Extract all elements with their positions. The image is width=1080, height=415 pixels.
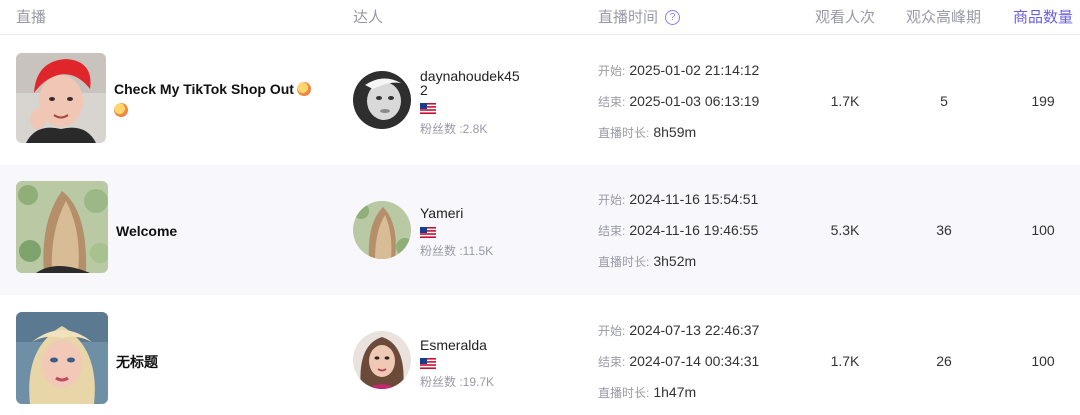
duration-value: 1h47m [653,384,697,400]
col-live-time-label: 直播时间 [598,9,659,26]
end-label: 结束: [598,355,626,369]
start-time: 开始: 2025-01-02 21:14:12 [598,62,759,79]
peak-value: 26 [936,353,952,369]
end-value: 2024-07-14 00:34:31 [629,353,760,369]
question-circle-icon[interactable]: ? [665,10,681,25]
avatar[interactable] [353,201,411,259]
peak-value: 36 [936,222,952,238]
us-flag-icon [420,356,436,369]
live-thumbnail[interactable] [16,53,106,143]
duration-label: 直播时长: [598,386,650,400]
duration-value: 8h59m [653,124,697,140]
end-value: 2024-11-16 19:46:55 [629,222,759,238]
products-value: 100 [1031,353,1055,369]
col-peak[interactable]: 观众高峰期 [906,6,981,27]
live-thumbnail[interactable] [16,312,108,404]
live-table: 直播 达人 直播时间? 观看人次 观众高峰期 商品数量 Check My Tik… [0,0,1080,415]
views-value: 5.3K [830,222,860,238]
creator-name[interactable]: Esmeralda [420,338,487,352]
end-time: 结束: 2024-07-14 00:34:31 [598,353,759,370]
start-time: 开始: 2024-11-16 15:54:51 [598,191,758,208]
duration-label: 直播时长: [598,255,650,269]
table-header: 直播 达人 直播时间? 观看人次 观众高峰期 商品数量 [0,0,1080,35]
products-value: 199 [1031,93,1055,109]
col-live-time[interactable]: 直播时间? [598,6,681,27]
us-flag-icon [420,101,436,114]
duration-value: 3h52m [653,253,697,269]
views-value: 1.7K [830,93,860,109]
duration: 直播时长: 8h59m [598,124,696,141]
products-value: 100 [1031,222,1055,238]
party-emoji-icon [114,103,128,117]
col-products[interactable]: 商品数量 [1013,6,1073,27]
creator-name[interactable]: daynahoudek45 2 [420,69,520,97]
end-value: 2025-01-03 06:13:19 [629,93,760,109]
avatar[interactable] [353,331,411,389]
views-value: 1.7K [830,353,860,369]
duration: 直播时长: 1h47m [598,384,696,401]
fans-count: 粉丝数 :11.5K [420,244,494,258]
table-row[interactable]: 无标题 Esmeralda 粉丝数 :19.7K 开始:2024-07-13 [0,295,1080,415]
col-live[interactable]: 直播 [16,6,46,27]
end-label: 结束: [598,224,626,238]
us-flag-icon [420,225,436,238]
start-time: 开始: 2024-07-13 22:46:37 [598,322,759,339]
table-row[interactable]: Welcome Yameri 粉丝数 :11.5K 开始: 2024-11-16 … [0,165,1080,295]
start-value: 2024-11-16 15:54:51 [629,191,759,207]
live-title[interactable]: Check My TikTok Shop Out [114,79,314,121]
fans-count: 粉丝数 :19.7K [420,375,495,389]
creator-name[interactable]: Yameri [420,206,463,220]
start-label: 开始: [598,193,626,207]
fans-count: 粉丝数 :2.8K [420,122,488,136]
duration: 直播时长: 3h52m [598,253,696,270]
end-time: 结束: 2025-01-03 06:13:19 [598,93,759,110]
creator-name-line: daynahoudek45 [420,68,520,84]
peak-value: 5 [940,93,948,109]
start-label: 开始: [598,64,626,78]
duration-label: 直播时长: [598,126,650,140]
end-label: 结束: [598,95,626,109]
col-creator[interactable]: 达人 [353,6,383,27]
end-time: 结束: 2024-11-16 19:46:55 [598,222,758,239]
party-emoji-icon [296,82,311,96]
live-thumbnail[interactable] [16,181,108,273]
start-value: 2024-07-13 22:46:37 [629,322,760,338]
live-title[interactable]: Welcome [116,221,316,242]
live-title-text: Check My TikTok Shop Out [114,81,294,97]
creator-name-line: 2 [420,82,428,98]
start-value: 2025-01-02 21:14:12 [629,62,760,78]
live-title[interactable]: 无标题 [116,352,316,373]
start-label: 开始: [598,324,626,338]
col-views[interactable]: 观看人次 [815,6,875,27]
avatar[interactable] [353,71,411,129]
table-row[interactable]: Check My TikTok Shop Out daynahoudek45 2 … [0,35,1080,165]
